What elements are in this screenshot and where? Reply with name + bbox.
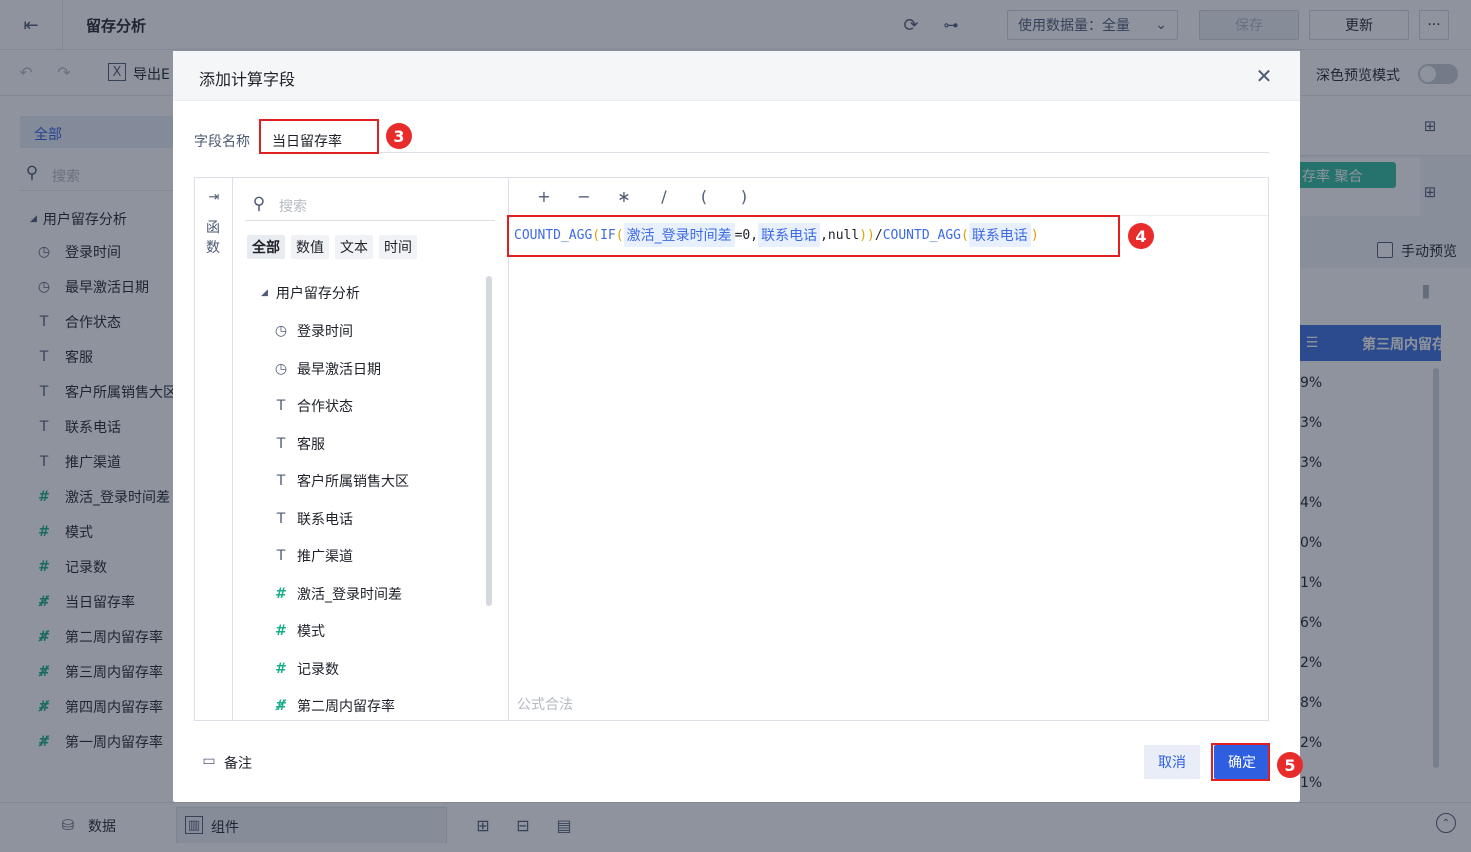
note-icon[interactable]: ▭ [200, 752, 218, 770]
expand-functions-icon[interactable]: ⇥ [204, 187, 224, 207]
tree-field-label: 客服 [297, 436, 325, 453]
number-type-icon: # [275, 660, 287, 677]
tree-field-label: 合作状态 [297, 399, 353, 415]
tree-field-label: 客户所属销售大区 [297, 474, 409, 490]
tree-group-label: 用户留存分析 [275, 286, 360, 302]
tree-field-item[interactable]: ◷ 最早激活日期 [273, 359, 381, 379]
functions-label: 函数 [206, 220, 220, 256]
close-icon[interactable]: ✕ [1253, 64, 1275, 88]
tree-field-label: 模式 [297, 624, 325, 640]
tree-search-input[interactable]: 搜索 [279, 196, 307, 216]
tree-field-item[interactable]: T 合作状态 [273, 396, 353, 416]
highlight-box-3 [259, 119, 379, 154]
add-calculated-field-dialog: 添加计算字段 ✕ 字段名称 当日留存率 3 ⇥ 函数 ⚲ 搜索 全部 数值 文本 时间… [173, 51, 1303, 802]
text-type-icon: T [276, 548, 286, 564]
field-tree-panel: ⚲ 搜索 全部 数值 文本 时间 ◢ 用户留存分析 ◷ 登录时间 ◷ 最早激活日期 T 合作状态… [233, 178, 509, 720]
search-icon: ⚲ [252, 194, 266, 214]
operator-button[interactable]: ( [684, 187, 724, 206]
operator-bar: + − ∗ /() [509, 178, 1268, 216]
filter-tab[interactable]: 全部 [247, 235, 285, 259]
calc-number-icon: #̸ [275, 698, 287, 714]
tree-field-item[interactable]: T 推广渠道 [273, 546, 353, 566]
caret-down-icon: ◢ [261, 288, 268, 298]
number-type-icon: # [275, 585, 287, 602]
clock-icon: ◷ [274, 323, 288, 339]
text-type-icon: T [276, 435, 286, 452]
filter-tab[interactable]: 数值 [291, 235, 329, 259]
tree-field-label: 记录数 [297, 661, 339, 678]
tree-field-label: 第二周内留存率 [297, 699, 395, 715]
divider [245, 220, 495, 221]
tree-field-label: 联系电话 [297, 511, 353, 528]
tree-field-label: 最早激活日期 [297, 361, 381, 378]
operator-button[interactable]: ∗ [604, 187, 644, 206]
filter-tabs: 全部 数值 文本 时间 [247, 235, 417, 259]
highlight-box-4 [507, 215, 1120, 257]
formula-editor: ⇥ 函数 ⚲ 搜索 全部 数值 文本 时间 ◢ 用户留存分析 ◷ 登录时间 ◷ 最早激活日期… [194, 177, 1269, 721]
dialog-header: 添加计算字段 ✕ [173, 51, 1300, 101]
tree-field-item[interactable]: T 客服 [273, 434, 325, 454]
tree-field-item[interactable]: # 激活_登录时间差 [273, 584, 402, 604]
tree-field-item[interactable]: #̸ 第二周内留存率 [273, 696, 395, 716]
operator-button[interactable]: + [524, 187, 564, 206]
filter-tab[interactable]: 文本 [335, 235, 373, 259]
text-type-icon: T [276, 473, 286, 489]
cancel-button[interactable]: 取消 [1144, 745, 1200, 779]
tree-field-item[interactable]: T 客户所属销售大区 [273, 471, 409, 491]
operator-button[interactable]: ) [724, 187, 764, 206]
tree-field-item[interactable]: T 联系电话 [273, 509, 353, 529]
number-type-icon: # [275, 623, 287, 639]
formula-status: 公式合法 [517, 697, 573, 713]
tree-field-item[interactable]: # 模式 [273, 621, 325, 641]
tree-field-item[interactable]: ◷ 登录时间 [273, 321, 353, 341]
text-type-icon: T [276, 398, 286, 414]
formula-area: + − ∗ /() COUNTD_AGG(IF(激活_登录时间差 =0, 联系电话 ,nul… [509, 178, 1268, 720]
step-badge-3: 3 [386, 123, 412, 149]
clock-icon: ◷ [274, 360, 288, 377]
step-badge-5: 5 [1277, 752, 1303, 778]
step-badge-4: 4 [1128, 223, 1154, 249]
note-label[interactable]: 备注 [224, 753, 252, 773]
filter-tab[interactable]: 时间 [379, 235, 417, 259]
operator-button[interactable]: − [564, 187, 604, 206]
dialog-title: 添加计算字段 [199, 70, 296, 89]
operator-button[interactable]: / [644, 187, 684, 206]
tree-field-label: 推广渠道 [297, 549, 353, 565]
field-name-label: 字段名称 [194, 134, 250, 150]
tree-field-label: 登录时间 [297, 324, 353, 340]
function-strip[interactable]: ⇥ 函数 [195, 178, 233, 720]
tree-group-header[interactable]: ◢ 用户留存分析 [261, 283, 360, 303]
highlight-box-5 [1211, 743, 1270, 781]
tree-field-label: 激活_登录时间差 [297, 586, 402, 603]
tree-field-item[interactable]: # 记录数 [273, 659, 339, 679]
tree-scrollbar[interactable] [486, 276, 492, 606]
text-type-icon: T [276, 510, 286, 527]
